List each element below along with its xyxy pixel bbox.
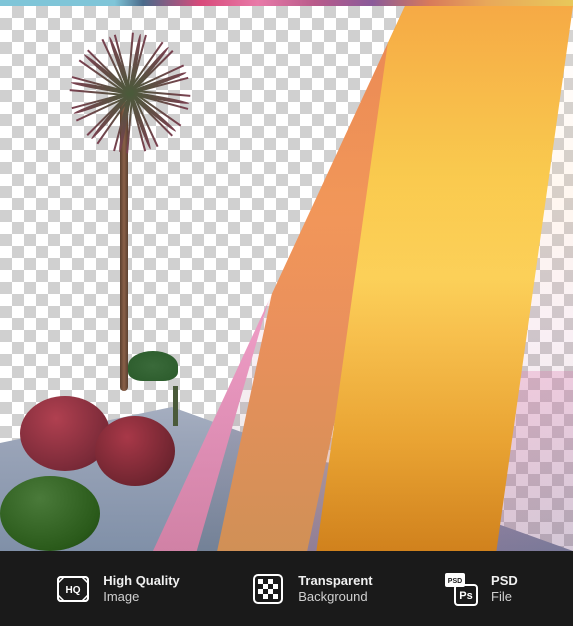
- badge-transparent: Transparent Background: [250, 571, 372, 607]
- small-palm: [150, 356, 200, 426]
- hq-icon: HQ: [55, 571, 91, 607]
- psd-label: PSD: [448, 578, 462, 585]
- badge-psd-line1: PSD: [491, 573, 518, 589]
- bush-green: [0, 476, 100, 551]
- badge-bar: HQ High Quality Image Transparent Bac: [0, 551, 573, 626]
- glass-panel-orange: [217, 6, 423, 551]
- badge-hq-line2: Image: [103, 589, 180, 605]
- scene-content: [0, 6, 573, 551]
- badge-psd-line2: File: [491, 589, 518, 605]
- psd-icon: PSD Ps: [443, 571, 479, 607]
- badge-hq-line1: High Quality: [103, 573, 180, 589]
- svg-text:HQ: HQ: [66, 585, 81, 596]
- preview-image: [0, 6, 573, 551]
- transparency-icon: [250, 571, 286, 607]
- building: [153, 6, 573, 551]
- badge-high-quality: HQ High Quality Image: [55, 571, 180, 607]
- bush-red-2: [95, 416, 175, 486]
- glass-panel-yellow: [316, 6, 573, 551]
- palm-fronds: [70, 41, 190, 141]
- badge-transparent-line1: Transparent: [298, 573, 372, 589]
- badge-transparent-line2: Background: [298, 589, 372, 605]
- ps-label: Ps: [459, 590, 472, 602]
- badge-psd: PSD Ps PSD File: [443, 571, 518, 607]
